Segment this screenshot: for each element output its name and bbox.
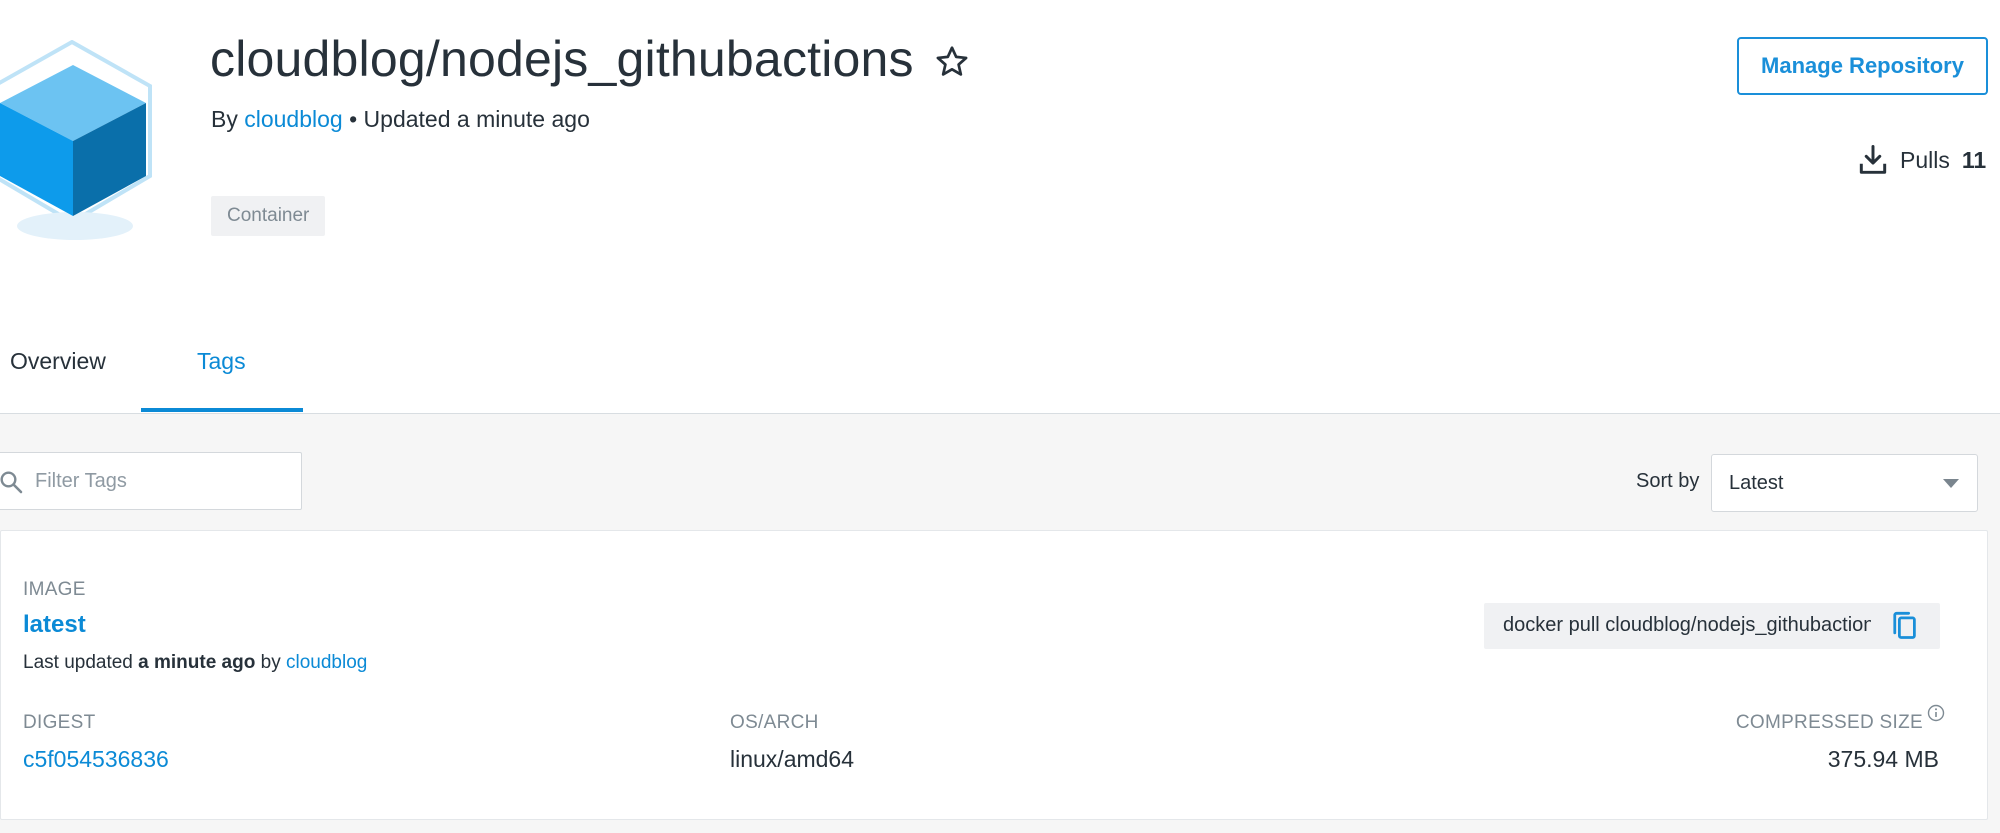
filter-tags-field[interactable]: [0, 452, 302, 510]
tags-content: Sort by Latest IMAGE latest Last updated…: [0, 414, 2000, 833]
compressed-size-label: COMPRESSED SIZE: [1735, 712, 1923, 733]
owner-link[interactable]: cloudblog: [244, 106, 342, 132]
tag-name-link[interactable]: latest: [23, 611, 86, 639]
pull-command-text[interactable]: docker pull cloudblog/nodejs_githubactio…: [1503, 614, 1871, 637]
sort-select[interactable]: Latest: [1711, 454, 1978, 512]
tab-overview[interactable]: Overview: [10, 348, 106, 375]
pulls-count: 11: [1961, 146, 1987, 173]
info-icon[interactable]: [1927, 704, 1945, 722]
os-arch-label: OS/ARCH: [730, 712, 819, 733]
tab-bar: Overview Tags: [0, 320, 2000, 414]
digest-label: DIGEST: [23, 712, 96, 733]
image-section-label: IMAGE: [23, 579, 86, 600]
search-icon: [0, 471, 23, 494]
repo-meta: By cloudblog • Updated a minute ago: [211, 106, 590, 133]
digest-link[interactable]: c5f054536836: [23, 746, 169, 773]
tab-tags[interactable]: Tags: [197, 348, 246, 375]
active-tab-indicator: [141, 408, 303, 412]
pulls-stat: Pulls 11: [1858, 144, 1986, 176]
sort-selected-value: Latest: [1729, 472, 1784, 494]
image-tag-card: IMAGE latest Last updated a minute ago b…: [0, 530, 1988, 820]
download-icon: [1859, 144, 1887, 174]
updated-user-link[interactable]: cloudblog: [286, 652, 367, 673]
sort-label: Sort by: [1636, 470, 1700, 492]
updated-text: • Updated a minute ago: [349, 106, 590, 132]
by-prefix: By: [211, 106, 238, 132]
pulls-label: Pulls: [1900, 146, 1950, 173]
compressed-size-value: 375.94 MB: [1827, 746, 1939, 772]
manage-repository-button[interactable]: Manage Repository: [1737, 37, 1988, 95]
type-badge: Container: [211, 196, 326, 236]
pull-command-box: docker pull cloudblog/nodejs_githubactio…: [1484, 603, 1940, 649]
star-icon[interactable]: [934, 44, 970, 80]
updated-by: by: [260, 652, 281, 673]
cube-icon: [0, 40, 152, 240]
tag-last-updated: Last updated a minute ago by cloudblog: [23, 652, 367, 674]
repo-title: cloudblog/nodejs_githubactions: [210, 31, 914, 87]
copy-icon[interactable]: [1890, 611, 1918, 641]
os-arch-value: linux/amd64: [730, 746, 855, 772]
updated-prefix: Last updated: [23, 652, 133, 673]
chevron-down-icon: [1943, 479, 1959, 488]
updated-time: a minute ago: [138, 652, 256, 673]
filter-tags-input[interactable]: [35, 463, 295, 499]
repo-header: cloudblog/nodejs_githubactions By cloudb…: [0, 0, 2000, 300]
